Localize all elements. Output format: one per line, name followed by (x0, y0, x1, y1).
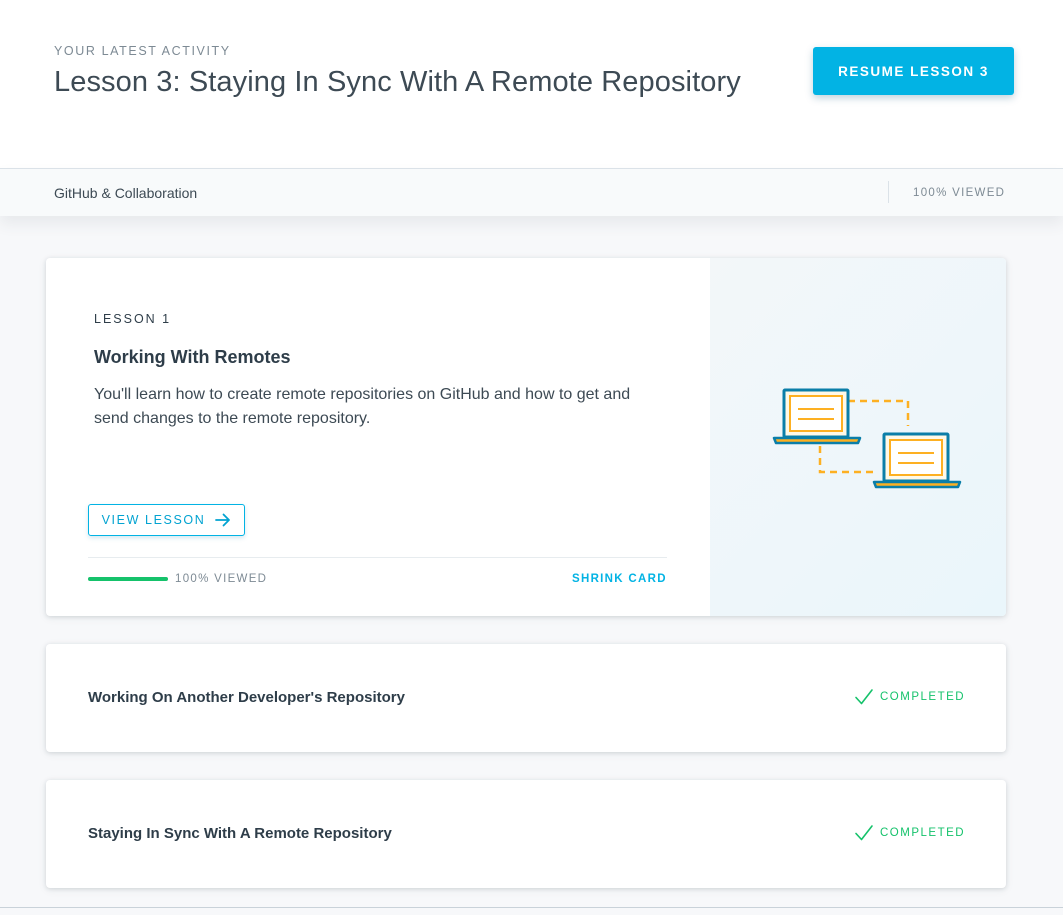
shrink-card-link[interactable]: SHRINK CARD (572, 573, 667, 585)
page-title: Lesson 3: Staying In Sync With A Remote … (54, 66, 741, 98)
lesson-card-title: Working On Another Developer's Repositor… (88, 689, 405, 706)
course-bar-divider (888, 181, 889, 203)
lesson-title: Working With Remotes (94, 347, 291, 367)
course-viewed-status: 100% VIEWED (913, 187, 1006, 199)
page-bottom-divider (0, 907, 1063, 908)
lesson-progress-fill (88, 577, 168, 581)
lesson-progress-bar (88, 577, 168, 581)
arrow-right-icon (215, 513, 231, 527)
checkmark-icon (855, 825, 873, 841)
lesson-card[interactable]: Staying In Sync With A Remote Repository… (46, 780, 1006, 888)
view-lesson-label: VIEW LESSON (101, 513, 206, 527)
course-bar: GitHub & Collaboration 100% VIEWED (0, 168, 1063, 216)
latest-activity-kicker: YOUR LATEST ACTIVITY (54, 44, 231, 58)
completed-status: COMPLETED (854, 688, 965, 706)
course-title: GitHub & Collaboration (54, 185, 198, 201)
card-footer-divider (88, 557, 667, 558)
lesson-card-expanded: LESSON 1 Working With Remotes You'll lea… (46, 258, 1006, 616)
completed-label: COMPLETED (880, 827, 966, 839)
completed-status: COMPLETED (854, 824, 965, 842)
checkmark-icon (855, 689, 873, 705)
lesson-illustration-panel (710, 258, 1006, 616)
lesson-description: You'll learn how to create remote reposi… (94, 386, 631, 427)
resume-lesson-button[interactable]: RESUME LESSON 3 (813, 47, 1014, 95)
completed-label: COMPLETED (880, 691, 966, 703)
lesson-card[interactable]: Working On Another Developer's Repositor… (46, 644, 1006, 752)
lesson-number: LESSON 1 (94, 312, 172, 326)
connected-laptops-illustration (772, 388, 962, 489)
lesson-progress-label: 100% VIEWED (175, 573, 268, 585)
page-header: YOUR LATEST ACTIVITY Lesson 3: Staying I… (0, 0, 1063, 168)
view-lesson-button[interactable]: VIEW LESSON (88, 504, 245, 536)
lesson-card-title: Staying In Sync With A Remote Repository (88, 825, 392, 842)
